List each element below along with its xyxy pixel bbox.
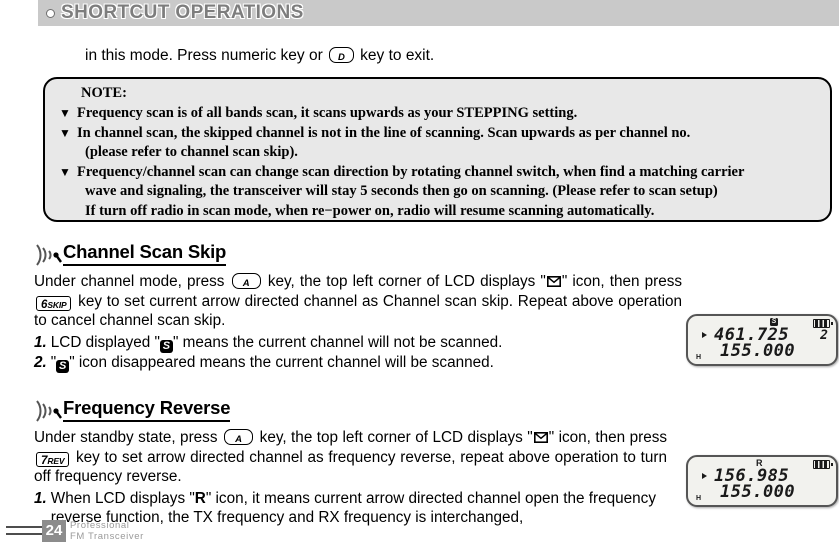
note-line: Frequency/channel scan can change scan d… [77, 163, 745, 180]
footer-divider-line [6, 526, 42, 528]
list-item-text: LCD displayed " S " means the current chan… [50, 333, 503, 353]
note-line: In channel scan, the skipped channel is … [77, 124, 691, 141]
section-body: Under standby state, press A FUNC key, t… [34, 428, 667, 528]
lcd-display-scan-skip: S 461.725 2 155.000 H [686, 314, 838, 366]
section-title: Channel Scan Skip [63, 242, 226, 266]
a-func-key-icon: A FUNC [223, 429, 254, 445]
text-run: Under standby state, press [34, 429, 218, 446]
list-item: 2. " S " icon disappeared means the curren… [34, 353, 682, 373]
keycap-main-label: A [242, 278, 250, 289]
note-item: ▼ Frequency/channel scan can change scan… [59, 163, 818, 222]
page-footer: 24 Professional FM Transceiver [0, 519, 260, 545]
list-item-number: 1. [34, 333, 47, 351]
note-line: (please refer to channel scan skip). [85, 144, 298, 160]
list-item-number: 2. [34, 353, 47, 371]
keycap-sub-label: ESC [335, 62, 348, 63]
note-line: Frequency scan is of all bands scan, it … [77, 105, 578, 121]
keycap-main-label: D [338, 52, 345, 63]
keycap-label: REV [47, 455, 65, 466]
section-heading-row: Frequency Reverse [34, 396, 824, 422]
footer-brand-line1: Professional [70, 520, 130, 531]
note-callout-box: NOTE: ▼ Frequency scan is of all bands s… [43, 77, 832, 222]
battery-icon [813, 319, 833, 328]
keycap-sub-label: FUNC [230, 444, 247, 445]
keycap-label: SKIP [47, 299, 67, 310]
note-line: If turn off radio in scan mode, when re−… [85, 202, 655, 219]
page-number: 24 [42, 520, 66, 542]
section-title: Frequency Reverse [63, 398, 231, 422]
envelope-icon [533, 429, 548, 443]
note-title: NOTE: [81, 85, 127, 101]
pointer-arrow-icon [702, 332, 707, 338]
circle-outline-icon [46, 8, 55, 18]
envelope-icon [546, 273, 561, 287]
keycap-sub-label: FUNC [238, 288, 255, 289]
text-run: " icon, then press [561, 273, 683, 290]
triangle-down-icon: ▼ [59, 164, 71, 179]
text-run: " icon disappeared means the current cha… [69, 353, 494, 371]
lcd-display-frequency-reverse: R 156.985 155.000 H [686, 455, 838, 507]
pointer-arrow-icon [702, 473, 707, 479]
text-run: LCD displayed " [50, 333, 160, 351]
section-heading-row: Channel Scan Skip [34, 240, 824, 266]
text-run: When LCD displays " [50, 489, 195, 507]
radio-wave-icon [34, 398, 68, 424]
reverse-r-icon: R [194, 489, 206, 507]
six-skip-key-icon: 6SKIP [36, 295, 72, 311]
triangle-down-icon: ▼ [59, 125, 71, 140]
radio-wave-icon [34, 242, 68, 268]
keycap-main-label: A [235, 434, 242, 445]
text-run: key to set arrow directed channel as fre… [34, 448, 667, 486]
footer-divider-line [6, 533, 42, 535]
lcd-corner-mark: H [696, 354, 702, 361]
intro-paragraph: in this mode. Press numeric key or D ESC… [85, 47, 434, 65]
footer-brand: Professional FM Transceiver [70, 520, 144, 542]
list-item-text: " S " icon disappeared means the current c… [51, 353, 494, 373]
d-esc-key-icon: D ESC [329, 47, 354, 63]
paragraph: Under standby state, press A FUNC key, t… [34, 428, 667, 487]
text-run: key, the top left corner of LCD displays… [259, 429, 533, 446]
section-body: Under channel mode, press A FUNC key, th… [34, 272, 682, 373]
scan-skip-s-icon: S [56, 359, 70, 373]
text-run: " means the current channel will not be … [172, 333, 503, 351]
battery-icon [813, 460, 833, 469]
text-run: Under channel mode, press [34, 273, 225, 290]
text-run: key, the top left corner of LCD displays… [267, 273, 546, 290]
lcd-corner-mark: H [696, 495, 702, 502]
note-item: ▼ Frequency scan is of all bands scan, i… [59, 104, 818, 124]
footer-brand-line2: FM Transceiver [70, 531, 144, 542]
text-run: key to set current arrow directed channe… [34, 292, 682, 330]
intro-text-after: key to exit. [360, 47, 435, 64]
page-header-bar: SHORTCUT OPERATIONS [38, 0, 839, 26]
lcd-secondary-frequency: 155.000 [720, 482, 796, 502]
note-line: wave and signaling, the transceiver will… [85, 183, 718, 199]
intro-text-before: in this mode. Press numeric key or [85, 47, 323, 64]
lcd-secondary-frequency: 155.000 [720, 341, 796, 361]
a-func-key-icon: A FUNC [231, 273, 261, 289]
note-item: ▼ In channel scan, the skipped channel i… [59, 124, 818, 163]
scan-skip-s-icon: S [159, 339, 173, 353]
text-run: " icon, then press [548, 429, 668, 446]
list-item: 1. LCD displayed " S " means the current c… [34, 333, 682, 353]
paragraph: Under channel mode, press A FUNC key, th… [34, 272, 682, 331]
triangle-down-icon: ▼ [59, 106, 71, 120]
lcd-channel-number: 2 [820, 328, 828, 343]
seven-rev-key-icon: 7REV [36, 451, 70, 467]
page-title: SHORTCUT OPERATIONS [61, 2, 304, 23]
